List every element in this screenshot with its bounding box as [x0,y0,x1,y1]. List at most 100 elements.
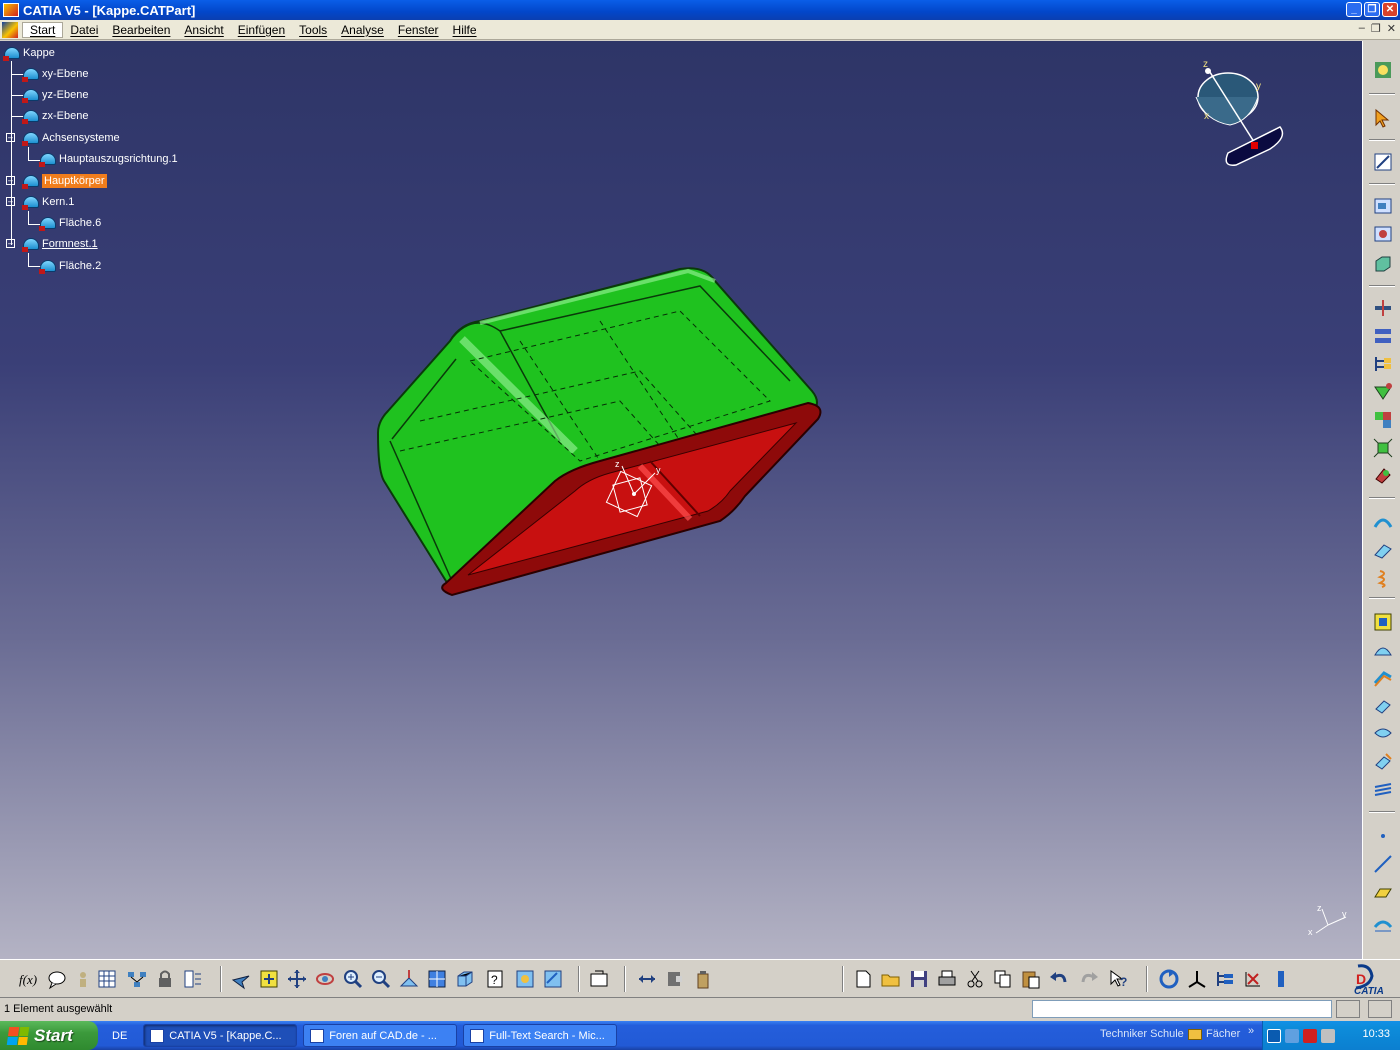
lock-icon[interactable] [154,968,176,990]
normal-view-icon[interactable] [398,968,420,990]
menu-hilfe[interactable]: Hilfe [446,23,484,37]
axis-system-icon[interactable] [1186,968,1208,990]
capture-icon[interactable] [588,968,610,990]
command-input[interactable] [1032,1000,1332,1018]
tree-icon[interactable] [1372,353,1394,375]
mass-icon[interactable] [692,968,714,990]
fit-all-icon[interactable] [258,968,280,990]
part-geometry[interactable]: z y z y x z y x [0,41,1362,959]
helix-icon[interactable] [1372,567,1394,589]
split-icon[interactable] [1372,297,1394,319]
doc-minimize-button[interactable]: – [1359,22,1365,35]
menu-analyse[interactable]: Analyse [334,23,391,37]
swap-icon[interactable] [542,968,564,990]
sketch-icon[interactable] [1372,151,1394,173]
taskbar-item-catia[interactable]: CATIA V5 - [Kappe.C... [143,1024,298,1047]
title-bar[interactable]: CATIA V5 - [Kappe.CATPart] _ ❐ ✕ [0,0,1400,20]
menu-fenster[interactable]: Fenster [391,23,446,37]
open-icon[interactable] [880,968,902,990]
status-settings-button[interactable] [1368,1000,1392,1018]
tree-node-xy-plane[interactable]: xy-Ebene [22,65,88,83]
paste-icon[interactable] [1020,968,1042,990]
tray-expand-icon[interactable] [1267,1028,1281,1043]
tree-node-flaeche-2[interactable]: Fläche.2 [39,257,101,275]
rotate-icon[interactable] [314,968,336,990]
new-icon[interactable] [852,968,874,990]
sweep-icon[interactable] [1372,639,1394,661]
tree-node-kern[interactable]: Kern.1 [22,193,74,211]
tree-node-hauptauszugsrichtung[interactable]: Hauptauszugsrichtung.1 [39,150,178,168]
restore-button[interactable]: ❐ [1364,2,1380,17]
menu-datei[interactable]: Datei [63,23,105,37]
update-icon[interactable] [1158,968,1180,990]
aggregate-icon[interactable] [1372,465,1394,487]
close-button[interactable]: ✕ [1382,2,1398,17]
measure-between-icon[interactable] [636,968,658,990]
compass-widget[interactable]: z y x [1195,59,1284,166]
render-icon[interactable] [514,968,536,990]
reflect-line-icon[interactable] [1372,539,1394,561]
whats-this-icon[interactable]: ? [1108,968,1130,990]
tree-node-zx-plane[interactable]: zx-Ebene [22,107,88,125]
zoom-in-icon[interactable] [342,968,364,990]
minimize-button[interactable]: _ [1346,2,1362,17]
fly-icon[interactable] [230,968,252,990]
print-icon[interactable] [936,968,958,990]
help-mode-icon[interactable]: ? [484,968,506,990]
tree-node-flaeche-6[interactable]: Fläche.6 [39,214,101,232]
multi-surface-icon[interactable] [1270,968,1292,990]
parting-icon[interactable] [1372,223,1394,245]
tree-node-hauptkoerper[interactable]: Hauptkörper [22,172,107,190]
transfer-icon[interactable] [1372,325,1394,347]
toggle-achsensysteme[interactable]: – [6,133,15,142]
offset-icon[interactable] [1372,667,1394,689]
tree-node-kappe[interactable]: Kappe [3,44,55,62]
document-icon[interactable] [2,21,18,38]
multi-view-icon[interactable] [426,968,448,990]
cut-icon[interactable] [964,968,986,990]
menu-tools[interactable]: Tools [292,23,334,37]
select-arrow-icon[interactable] [1372,107,1394,129]
explode-icon[interactable] [1372,437,1394,459]
extrude-icon[interactable] [1372,695,1394,717]
point-icon[interactable] [1372,825,1394,847]
multi-surface-icon[interactable] [1372,779,1394,801]
surface-tools-icon[interactable] [1372,195,1394,217]
tree-node-achsensysteme[interactable]: Achsensysteme [22,129,120,147]
undo-icon[interactable] [1048,968,1070,990]
redo-icon[interactable] [1078,968,1100,990]
start-button[interactable]: Start [0,1021,98,1050]
plane-icon[interactable] [1372,881,1394,903]
toolbar-techniker-schule[interactable]: Techniker Schule [1100,1028,1184,1040]
iso-view-icon[interactable] [454,968,476,990]
core-cavity-icon[interactable] [1372,409,1394,431]
menu-bearbeiten[interactable]: Bearbeiten [105,23,177,37]
tree-node-yz-plane[interactable]: yz-Ebene [22,86,88,104]
volume-icon[interactable] [1321,1028,1335,1043]
fill-icon[interactable] [1372,611,1394,633]
spec-tree-icon[interactable] [1214,968,1236,990]
doc-close-button[interactable]: ✕ [1387,22,1396,35]
toolbar-faecher[interactable]: Fächer [1188,1028,1240,1040]
project-icon[interactable] [1372,913,1394,935]
toggle-hauptkoerper[interactable]: – [6,176,15,185]
graph-icon[interactable] [126,968,148,990]
pulling-direction-icon[interactable] [1372,381,1394,403]
tree-node-formnest[interactable]: Formnest.1 [22,235,98,253]
table-icon[interactable] [96,968,118,990]
analysis-icon[interactable] [1242,968,1264,990]
3d-viewport[interactable]: z y z y x z y x – – – – Kappe xy-Ebene y… [0,41,1362,959]
knowledge-icon[interactable] [72,968,94,990]
measure-icon[interactable] [182,968,204,990]
copy-icon[interactable] [992,968,1014,990]
save-icon[interactable] [908,968,930,990]
taskbar-item-help[interactable]: Full-Text Search - Mic... [463,1024,618,1047]
status-toggle-button[interactable] [1336,1000,1360,1018]
clock[interactable]: 10:33 [1362,1028,1390,1040]
formula-icon[interactable]: f(x) [18,968,40,990]
menu-start[interactable]: Start [22,21,64,38]
pan-icon[interactable] [286,968,308,990]
blend-icon[interactable] [1372,723,1394,745]
toolbar-chevron[interactable]: » [1248,1025,1254,1037]
curve-icon[interactable] [1372,511,1394,533]
